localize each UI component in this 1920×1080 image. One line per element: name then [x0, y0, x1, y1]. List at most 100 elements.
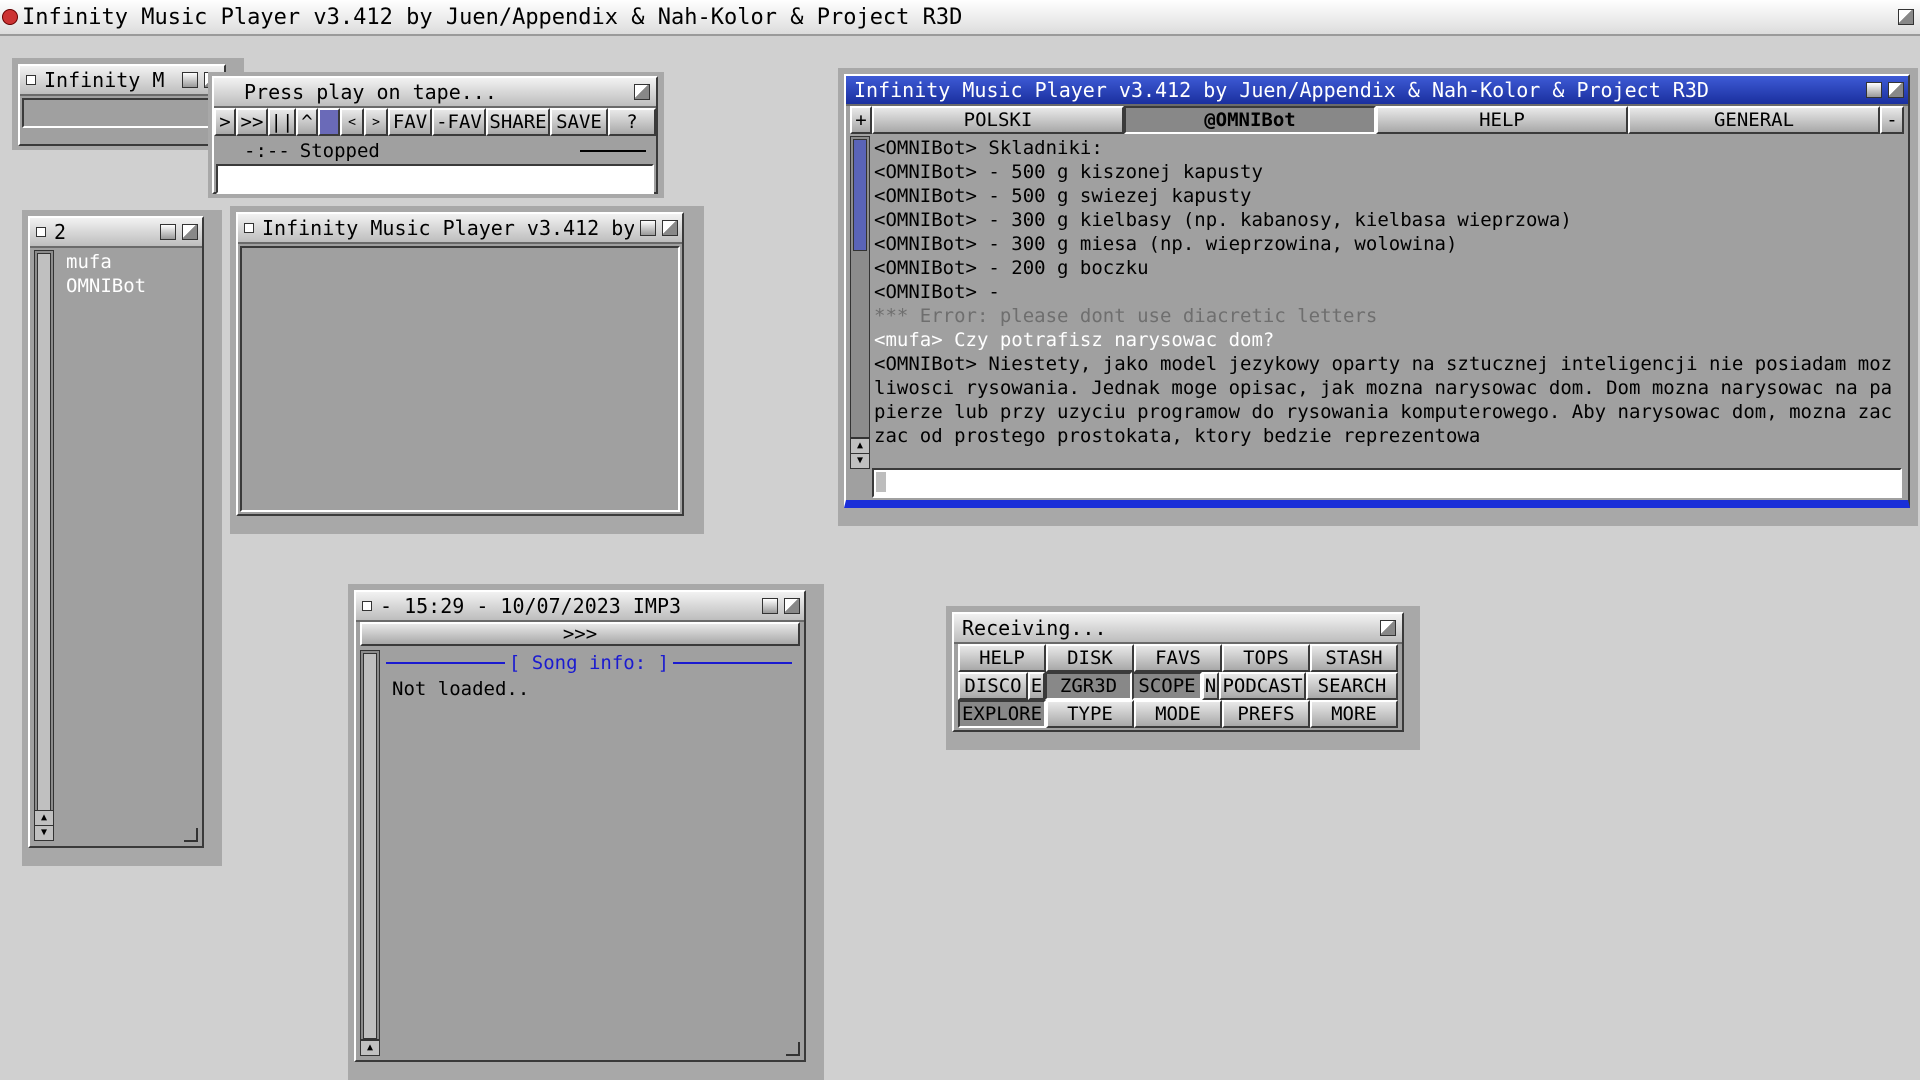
chat-line: <OMNIBot> Skladniki:	[874, 137, 1103, 159]
zoom-icon[interactable]	[762, 598, 778, 614]
chat-window-title: Infinity Music Player v3.412 by Juen/App…	[854, 78, 1709, 102]
tape-controls: > >> || ^ < > FAV -FAV SHARE SAVE ?	[214, 108, 656, 136]
stash-menu-button[interactable]: STASH	[1310, 644, 1398, 672]
songinfo-scrollbar[interactable]	[360, 650, 380, 1040]
disco-menu-button[interactable]: DISCO	[958, 672, 1028, 700]
user-item[interactable]: mufa	[66, 250, 146, 274]
scrollbar-knob[interactable]	[853, 139, 867, 251]
scroll-up-icon[interactable]: ▲	[850, 438, 870, 454]
help-menu-button[interactable]: HELP	[958, 644, 1046, 672]
prev-button[interactable]: <	[340, 108, 364, 136]
songinfo-nav-button[interactable]: >>>	[360, 622, 800, 646]
tape-input[interactable]	[216, 164, 654, 194]
empty-window[interactable]: Infinity Music Player v3.412 by	[236, 212, 684, 516]
chat-line: <OMNIBot> Niestety, jako model jezykowy …	[874, 353, 1893, 447]
forward-button[interactable]: >>	[236, 108, 268, 136]
pause-button[interactable]: ||	[268, 108, 296, 136]
play-button[interactable]: >	[214, 108, 236, 136]
zoom-icon[interactable]	[160, 224, 176, 240]
menu-window-title: Receiving...	[962, 616, 1107, 640]
volume-slider[interactable]	[318, 108, 340, 136]
fav-button[interactable]: FAV	[388, 108, 432, 136]
chat-window[interactable]: Infinity Music Player v3.412 by Juen/App…	[844, 74, 1910, 508]
menu-row-3: EXPLORE TYPE MODE PREFS MORE	[958, 700, 1398, 728]
zoom-icon[interactable]	[640, 220, 656, 236]
chat-input[interactable]	[872, 468, 1902, 498]
header-rule	[386, 662, 505, 664]
e-menu-button[interactable]: E	[1028, 672, 1045, 700]
podcast-menu-button[interactable]: PODCAST	[1219, 672, 1306, 700]
screen-title-bar: Infinity Music Player v3.412 by Juen/App…	[0, 0, 1920, 36]
n-menu-button[interactable]: N	[1202, 672, 1219, 700]
tab-omnibot[interactable]: @OMNIBot	[1124, 106, 1376, 134]
text-cursor	[876, 471, 886, 492]
mini-window[interactable]: Infinity M	[18, 64, 226, 146]
save-button[interactable]: SAVE	[550, 108, 608, 136]
prefs-menu-button[interactable]: PREFS	[1222, 700, 1310, 728]
tape-window[interactable]: Press play on tape... > >> || ^ < > FAV …	[212, 76, 658, 194]
share-button[interactable]: SHARE	[486, 108, 550, 136]
menu-row-1: HELP DISK FAVS TOPS STASH	[958, 644, 1398, 672]
tab-general[interactable]: GENERAL	[1628, 106, 1880, 134]
userlist-scrollbar[interactable]	[34, 250, 54, 812]
scope-menu-button[interactable]: SCOPE	[1132, 672, 1202, 700]
unfav-button[interactable]: -FAV	[432, 108, 486, 136]
close-tab-button[interactable]: -	[1880, 106, 1904, 134]
close-icon[interactable]	[26, 75, 36, 85]
songinfo-header: [ Song info: ]	[386, 650, 792, 676]
search-menu-button[interactable]: SEARCH	[1306, 672, 1398, 700]
type-menu-button[interactable]: TYPE	[1046, 700, 1134, 728]
scroll-up-icon[interactable]: ▲	[34, 810, 54, 826]
help-button[interactable]: ?	[608, 108, 656, 136]
mode-menu-button[interactable]: MODE	[1134, 700, 1222, 728]
favs-menu-button[interactable]: FAVS	[1134, 644, 1222, 672]
add-tab-button[interactable]: +	[850, 106, 872, 134]
explore-menu-button[interactable]: EXPLORE	[958, 700, 1046, 728]
depth-icon[interactable]	[182, 224, 198, 240]
more-menu-button[interactable]: MORE	[1310, 700, 1398, 728]
depth-icon[interactable]	[662, 220, 678, 236]
close-icon[interactable]	[36, 227, 46, 237]
resize-icon[interactable]	[184, 828, 198, 842]
user-list: mufa OMNIBot	[66, 250, 146, 298]
depth-icon[interactable]	[634, 84, 650, 100]
next-button[interactable]: >	[364, 108, 388, 136]
scrollbar-knob[interactable]	[37, 253, 51, 811]
menu-window[interactable]: Receiving... HELP DISK FAVS TOPS STASH D…	[952, 612, 1404, 732]
depth-icon[interactable]	[1380, 620, 1396, 636]
chat-tabs: + POLSKI @OMNIBot HELP GENERAL -	[850, 106, 1904, 134]
depth-icon[interactable]	[1888, 82, 1904, 98]
tape-progress-line	[580, 150, 646, 152]
depth-icon[interactable]	[784, 598, 800, 614]
chat-scrollbar[interactable]	[850, 136, 870, 438]
eject-button[interactable]: ^	[296, 108, 318, 136]
close-icon[interactable]	[244, 223, 254, 233]
close-icon[interactable]	[362, 601, 372, 611]
zgr3d-menu-button[interactable]: ZGR3D	[1045, 672, 1132, 700]
screen-depth-icon[interactable]	[1898, 9, 1914, 25]
zoom-icon[interactable]	[182, 72, 198, 88]
chat-line: <OMNIBot> - 500 g kiszonej kapusty	[874, 161, 1263, 183]
songinfo-window[interactable]: - 15:29 - 10/07/2023 IMP3 >>> ▲ [ Song i…	[354, 590, 806, 1062]
chat-line: <OMNIBot> - 200 g boczku	[874, 257, 1149, 279]
scrollbar-knob[interactable]	[363, 653, 377, 1039]
zoom-icon[interactable]	[1866, 82, 1882, 98]
user-item[interactable]: OMNIBot	[66, 274, 146, 298]
resize-icon[interactable]	[786, 1042, 800, 1056]
empty-window-title: Infinity Music Player v3.412 by	[262, 216, 634, 240]
tops-menu-button[interactable]: TOPS	[1222, 644, 1310, 672]
tab-polski[interactable]: POLSKI	[872, 106, 1124, 134]
disk-menu-button[interactable]: DISK	[1046, 644, 1134, 672]
tape-window-title: Press play on tape...	[244, 80, 497, 104]
screen-title: Infinity Music Player v3.412 by Juen/App…	[22, 4, 963, 30]
tab-help[interactable]: HELP	[1376, 106, 1628, 134]
mini-window-content	[22, 98, 222, 128]
scroll-down-icon[interactable]: ▼	[34, 825, 54, 841]
userlist-window[interactable]: 2 ▲ ▼ mufa OMNIBot	[28, 216, 204, 848]
menu-row-2: DISCO E ZGR3D SCOPE N PODCAST SEARCH	[958, 672, 1398, 700]
songinfo-header-label: [ Song info: ]	[508, 652, 670, 674]
scroll-up-icon[interactable]: ▲	[360, 1040, 380, 1056]
tape-status: Stopped	[299, 140, 380, 162]
scroll-down-icon[interactable]: ▼	[850, 453, 870, 469]
chat-line: <OMNIBot> - 300 g miesa (np. wieprzowina…	[874, 233, 1458, 255]
